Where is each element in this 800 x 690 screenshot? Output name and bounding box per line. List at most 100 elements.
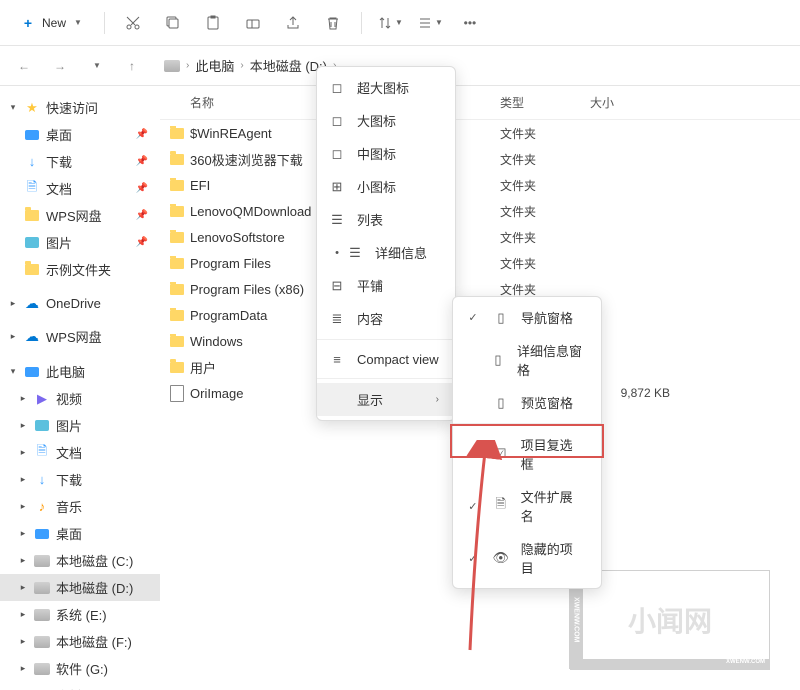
menu-small-icons[interactable]: ⊞小图标 (317, 170, 455, 203)
paste-button[interactable] (195, 5, 231, 41)
sidebar-onedrive[interactable]: ▸ ☁ OneDrive (0, 291, 160, 315)
medium-icon: ◻ (329, 146, 345, 162)
chevron-right-icon: ▸ (8, 331, 18, 342)
sidebar-disk-c[interactable]: ▸本地磁盘 (C:) (0, 547, 160, 574)
sidebar-label: 本地磁盘 (C:) (56, 551, 133, 570)
submenu-nav-pane[interactable]: ✓▯导航窗格 (453, 301, 601, 334)
sidebar-documents2[interactable]: ▸🗎文档 (0, 439, 160, 466)
view-button[interactable]: ▼ (412, 5, 448, 41)
menu-tiles[interactable]: ⊟平铺 (317, 269, 455, 302)
sidebar-disk-d[interactable]: ▸本地磁盘 (D:) (0, 574, 160, 601)
sidebar-music[interactable]: ▸♪音乐 (0, 493, 160, 520)
menu-separator (453, 423, 601, 424)
sort-button[interactable]: ▼ (372, 5, 408, 41)
sidebar-downloads2[interactable]: ▸↓下载 (0, 466, 160, 493)
new-label: New (42, 16, 66, 30)
submenu-file-extensions[interactable]: ✓🗎文件扩展名 (453, 480, 601, 532)
sidebar-this-pc[interactable]: ▾此电脑 (0, 358, 160, 385)
menu-medium-icons[interactable]: ◻中图标 (317, 137, 455, 170)
file-name: $WinREAgent (190, 126, 272, 141)
file-type-cell: 文件夹 (500, 255, 590, 272)
folder-icon (170, 284, 184, 295)
sidebar-disk-e[interactable]: ▸系统 (E:) (0, 601, 160, 628)
chevron-right-icon: › (436, 394, 439, 405)
sidebar-disk-g[interactable]: ▸软件 (G:) (0, 655, 160, 682)
pictures-icon (34, 418, 50, 434)
eye-icon: 👁 (493, 550, 509, 566)
menu-large-icons[interactable]: ◻大图标 (317, 104, 455, 137)
file-row[interactable]: EFI6 17:18文件夹 (160, 172, 800, 198)
file-row[interactable]: LenovoSoftstore6 23:31文件夹 (160, 224, 800, 250)
menu-list[interactable]: ☰列表 (317, 203, 455, 236)
sidebar-wps[interactable]: WPS网盘📌 (0, 202, 160, 229)
share-button[interactable] (275, 5, 311, 41)
sidebar-documents[interactable]: 🗎文档📌 (0, 175, 160, 202)
menu-label: 文件扩展名 (521, 487, 585, 525)
sidebar-examples[interactable]: 示例文件夹 (0, 256, 160, 283)
cut-button[interactable] (115, 5, 151, 41)
chevron-right-icon: › (240, 60, 243, 71)
delete-button[interactable] (315, 5, 351, 41)
chevron-right-icon: ▸ (18, 447, 28, 458)
submenu-hidden-items[interactable]: ✓👁隐藏的项目 (453, 532, 601, 584)
pin-icon: 📌 (136, 156, 148, 167)
up-button[interactable]: ↑ (116, 50, 148, 82)
sidebar-wps-drive[interactable]: ▸☁WPS网盘 (0, 323, 160, 350)
file-type-cell: 文件夹 (500, 281, 590, 298)
submenu-preview-pane[interactable]: ▯预览窗格 (453, 386, 601, 419)
submenu-item-checkboxes[interactable]: ☑项目复选框 (453, 428, 601, 480)
chevron-right-icon: ▸ (8, 298, 18, 309)
menu-show[interactable]: 显示› (317, 383, 455, 416)
sidebar-label: 本地磁盘 (F:) (56, 632, 132, 651)
column-type[interactable]: 类型 (500, 94, 590, 111)
recent-button[interactable]: ▼ (80, 50, 112, 82)
copy-button[interactable] (155, 5, 191, 41)
file-row[interactable]: Program Files2:41文件夹 (160, 250, 800, 276)
submenu-details-pane[interactable]: ▯详细信息窗格 (453, 334, 601, 386)
folder-icon (170, 362, 184, 373)
drive-icon (34, 661, 50, 677)
sidebar-pictures2[interactable]: ▸图片 (0, 412, 160, 439)
menu-details[interactable]: •☰详细信息 (317, 236, 455, 269)
menu-extra-large-icons[interactable]: ◻超大图标 (317, 71, 455, 104)
cloud-icon: ☁ (24, 295, 40, 311)
chevron-right-icon: ▸ (18, 393, 28, 404)
chevron-right-icon: ▸ (18, 501, 28, 512)
breadcrumb-pc[interactable]: 此电脑 (195, 56, 234, 75)
sidebar-quick-access[interactable]: ▾★快速访问 (0, 94, 160, 121)
menu-label: Compact view (357, 352, 439, 367)
chevron-right-icon: ▸ (18, 609, 28, 620)
back-button[interactable]: ← (8, 50, 40, 82)
chevron-down-icon: ▾ (8, 366, 18, 377)
sidebar-label: OneDrive (46, 296, 101, 311)
forward-button[interactable]: → (44, 50, 76, 82)
column-size[interactable]: 大小 (590, 94, 670, 111)
sidebar-videos[interactable]: ▸▶视频 (0, 385, 160, 412)
file-row[interactable]: 360极速浏览器下载3 17:26文件夹 (160, 146, 800, 172)
sidebar-label: 快速访问 (46, 98, 98, 117)
more-button[interactable]: ••• (452, 5, 488, 41)
menu-label: 列表 (357, 210, 383, 229)
file-row[interactable]: $WinREAgent2:15文件夹 (160, 120, 800, 146)
sidebar-pictures[interactable]: 图片📌 (0, 229, 160, 256)
separator (361, 12, 362, 34)
menu-compact-view[interactable]: ≡Compact view (317, 344, 455, 374)
check-icon: ✓ (465, 311, 481, 324)
chevron-right-icon: ▸ (18, 528, 28, 539)
rename-button[interactable] (235, 5, 271, 41)
file-name: Program Files (x86) (190, 282, 304, 297)
sidebar-desktop2[interactable]: ▸桌面 (0, 520, 160, 547)
folder-icon (24, 208, 40, 224)
file-row[interactable]: LenovoQMDownload6 19:40文件夹 (160, 198, 800, 224)
menu-content[interactable]: ≣内容 (317, 302, 455, 335)
sidebar-label: 下载 (56, 470, 82, 489)
sidebar-downloads[interactable]: ↓下载📌 (0, 148, 160, 175)
menu-label: 平铺 (357, 276, 383, 295)
blank-icon (329, 392, 345, 408)
new-button[interactable]: + New ▼ (8, 9, 94, 37)
file-type-cell: 文件夹 (500, 203, 590, 220)
sidebar-disk-h[interactable]: ▸资料 (H:) (0, 682, 160, 690)
sidebar-disk-f[interactable]: ▸本地磁盘 (F:) (0, 628, 160, 655)
file-size-cell: 9,872 KB (590, 386, 670, 400)
sidebar-desktop[interactable]: 桌面📌 (0, 121, 160, 148)
